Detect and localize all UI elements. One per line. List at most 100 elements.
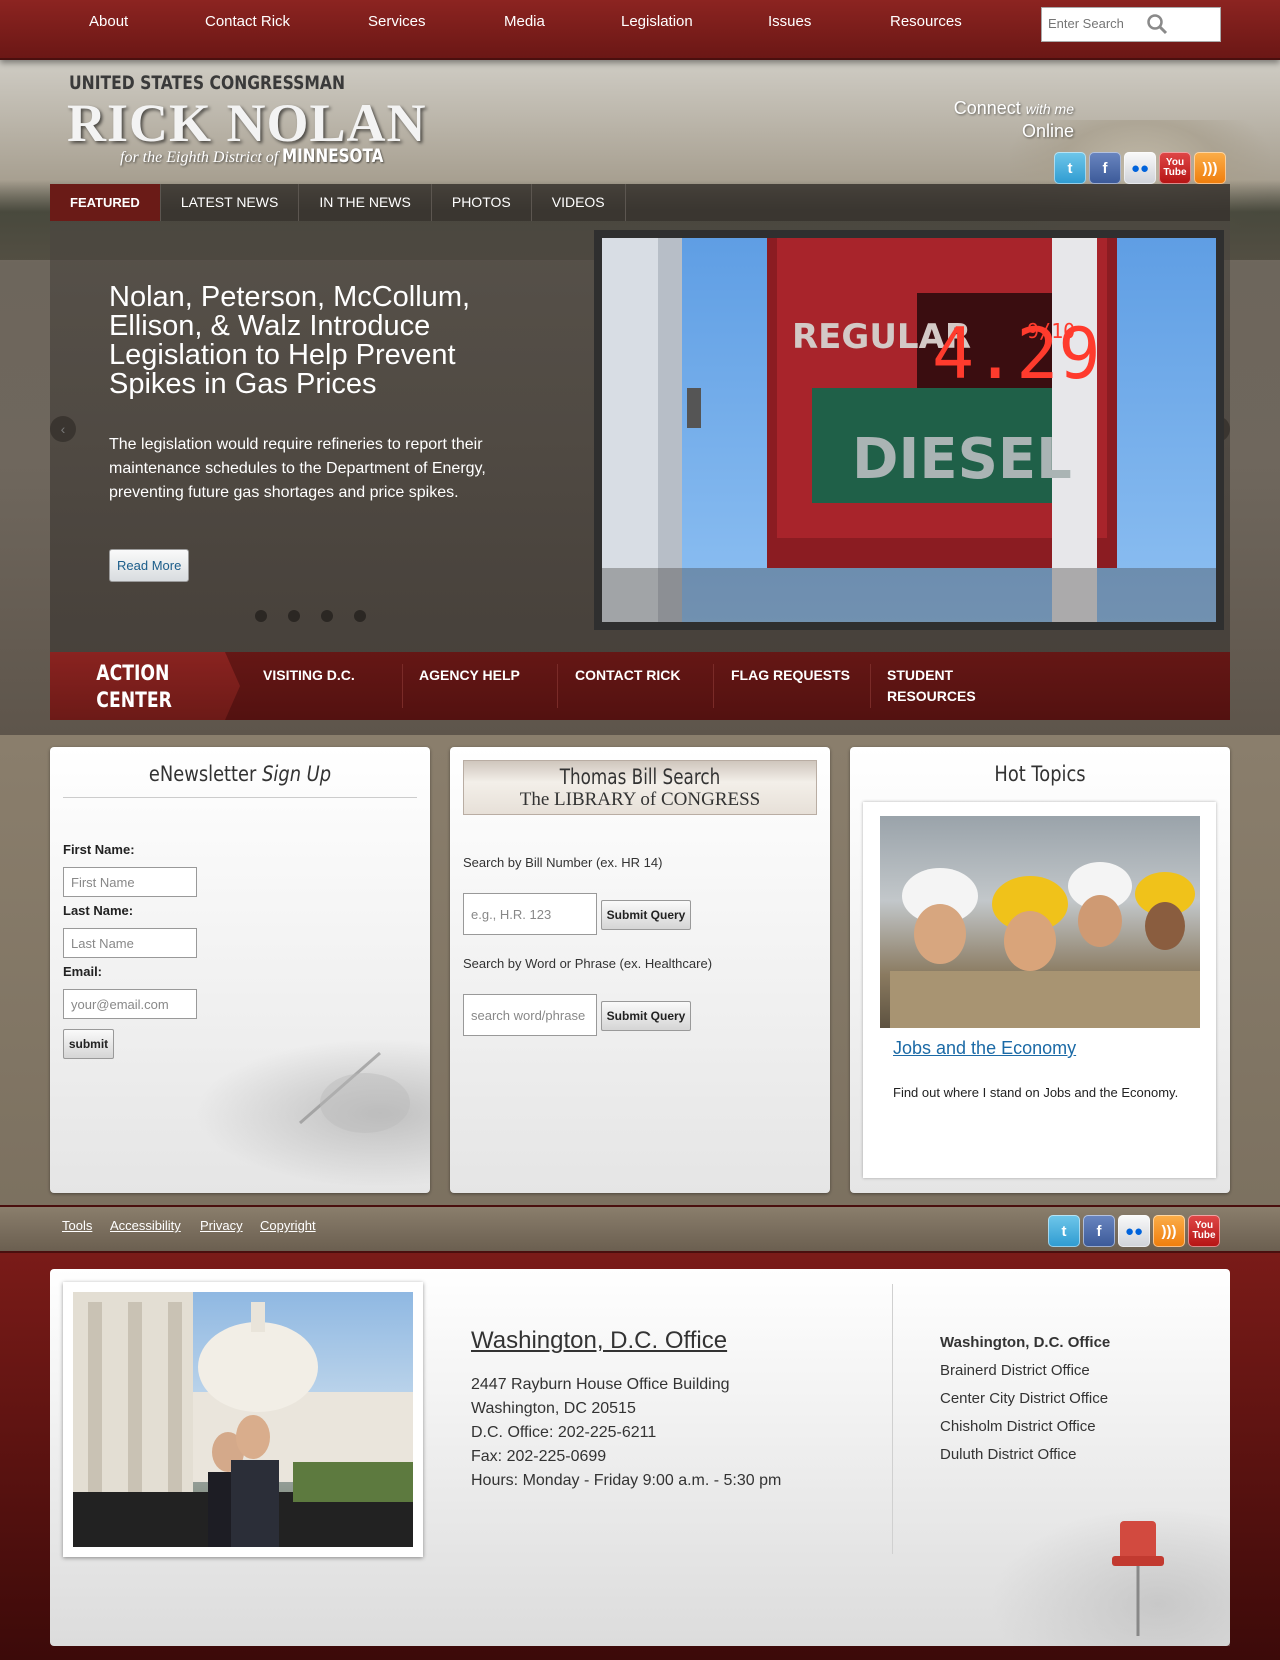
gas-sign-graphic: REGULAR 4.29 9/10 DIESEL [602,238,1216,622]
sign-price: 4.29 [932,313,1101,395]
logo-district: for the Eighth District of MINNESOTA [120,145,409,167]
bill-number-field[interactable]: e.g., H.R. 123 [463,893,597,935]
office-address-line1: 2447 Rayburn House Office Building [471,1376,730,1393]
youtube-icon[interactable]: You Tube [1159,152,1191,184]
slide-dot[interactable] [354,610,366,622]
slide-dot[interactable] [321,610,333,622]
slide-dots [255,610,366,622]
action-visiting-dc[interactable]: VISITING D.C. [263,665,355,686]
slide-summary: The legislation would require refineries… [109,436,486,501]
tab-photos[interactable]: PHOTOS [432,184,532,221]
tab-latest-news[interactable]: LATEST NEWS [161,184,300,221]
divider [402,664,403,708]
action-flag-requests[interactable]: FLAG REQUESTS [731,665,850,686]
footer-accessibility[interactable]: Accessibility [110,1218,181,1233]
footer-copyright[interactable]: Copyright [260,1218,316,1233]
slide-photo: REGULAR 4.29 9/10 DIESEL [594,230,1224,630]
content-area: eNewsletter Sign Up First Name: First Na… [0,735,1280,1205]
twitter-icon[interactable]: t [1054,152,1086,184]
gas-sign-image: REGULAR 4.29 9/10 DIESEL [602,238,1216,622]
nav-legislation[interactable]: Legislation [621,13,693,30]
divider [557,664,558,708]
last-name-label: Last Name: [63,903,134,918]
word-submit-button[interactable]: Submit Query [601,1001,691,1031]
newsletter-submit-button[interactable]: submit [63,1029,114,1059]
tab-featured[interactable]: FEATURED [50,184,161,221]
header-social-icons: t f ●● You Tube ))) [1054,152,1226,184]
action-student-resources[interactable]: STUDENT RESOURCES [887,665,997,707]
office-title[interactable]: Washington, D.C. Office [471,1327,727,1355]
action-center: ACTION CENTER VISITING D.C. AGENCY HELP … [50,652,1230,720]
divider [892,1284,893,1554]
action-agency-help[interactable]: AGENCY HELP [419,665,520,686]
youtube-icon[interactable]: You Tube [1188,1215,1220,1247]
footer-tools[interactable]: Tools [62,1218,92,1233]
nav-services[interactable]: Services [368,13,426,30]
action-label-line1: ACTION [96,661,170,685]
nav-resources[interactable]: Resources [890,13,962,30]
slide-dot[interactable] [255,610,267,622]
footer-privacy[interactable]: Privacy [200,1218,243,1233]
connect-with-me: with me [1025,101,1074,117]
facebook-icon[interactable]: f [1083,1215,1115,1247]
flickr-icon[interactable]: ●● [1118,1215,1150,1247]
rss-icon[interactable]: ))) [1194,152,1226,184]
search-box [1041,7,1221,42]
last-name-field[interactable]: Last Name [63,928,197,958]
top-navigation: About Contact Rick Services Media Legisl… [0,0,1280,60]
workers-photo[interactable] [880,816,1200,1028]
slide-dot[interactable] [288,610,300,622]
facebook-icon[interactable]: f [1089,152,1121,184]
office-list-item[interactable]: Washington, D.C. Office [940,1329,1110,1357]
logo-line-congressman: UNITED STATES CONGRESSMAN [69,72,346,94]
office-list-item[interactable]: Center City District Office [940,1385,1110,1413]
nav-contact-rick[interactable]: Contact Rick [205,13,290,30]
action-center-label: ACTION CENTER [50,652,240,720]
featured-slider: Nolan, Peterson, McCollum, Ellison, & Wa… [50,221,1230,652]
newsletter-panel: eNewsletter Sign Up First Name: First Na… [50,747,430,1193]
twitter-icon[interactable]: t [1048,1215,1080,1247]
map-pin-decoration [990,1506,1230,1646]
bill-search-panel: Thomas Bill Search The LIBRARY of CONGRE… [450,747,830,1193]
flickr-icon[interactable]: ●● [1124,152,1156,184]
read-more-button[interactable]: Read More [109,549,190,582]
word-search-field[interactable]: search word/phrase [463,994,597,1036]
footer-social-icons: t f ●● ))) You Tube [1048,1215,1220,1247]
action-contact-rick[interactable]: CONTACT RICK [575,665,681,686]
action-label-line2: CENTER [96,688,172,712]
newsletter-title-a: eNewsletter [148,762,257,786]
bill-number-label: Search by Bill Number (ex. HR 14) [463,855,663,870]
email-field[interactable]: your@email.com [63,989,197,1019]
first-name-field[interactable]: First Name [63,867,197,897]
hot-topic-card: Jobs and the Economy Find out where I st… [863,802,1216,1178]
sign-tenths: 9/10 [1027,319,1075,343]
connect-online: Online [1021,121,1074,141]
hot-topic-text: Find out where I stand on Jobs and the E… [893,1085,1179,1100]
office-list-item[interactable]: Chisholm District Office [940,1413,1110,1441]
logo-state: MINNESOTA [282,145,384,167]
tab-in-the-news[interactable]: IN THE NEWS [299,184,432,221]
hot-topic-link[interactable]: Jobs and the Economy [893,1038,1076,1059]
slider-prev-icon[interactable]: ‹ [50,416,76,442]
nav-media[interactable]: Media [504,13,545,30]
tab-videos[interactable]: VIDEOS [532,184,626,221]
footer-links-bar: Tools Accessibility Privacy Copyright t … [0,1205,1280,1253]
nav-issues[interactable]: Issues [768,13,811,30]
office-address-line2: Washington, DC 20515 [471,1400,636,1417]
hot-topics-panel: Hot Topics Jobs and the Economy Find out… [850,747,1230,1193]
newsletter-title-b: Sign Up [262,762,332,786]
connect-word: Connect [953,98,1021,118]
rss-icon[interactable]: ))) [1153,1215,1185,1247]
office-fax: Fax: 202-225-0699 [471,1448,607,1465]
hot-topics-title: Hot Topics [994,762,1086,786]
nav-about[interactable]: About [89,13,128,30]
divider [713,664,714,708]
connect-heading: Connect with me Online [900,97,1074,142]
library-of-congress-banner[interactable]: Thomas Bill Search The LIBRARY of CONGRE… [463,760,817,815]
bill-submit-button[interactable]: Submit Query [601,900,691,930]
office-list-item[interactable]: Brainerd District Office [940,1357,1110,1385]
slide-title[interactable]: Nolan, Peterson, McCollum, Ellison, & Wa… [109,283,509,399]
office-list-item[interactable]: Duluth District Office [940,1441,1110,1469]
office-details: 2447 Rayburn House Office Building Washi… [471,1373,781,1493]
search-icon[interactable] [1146,13,1168,35]
